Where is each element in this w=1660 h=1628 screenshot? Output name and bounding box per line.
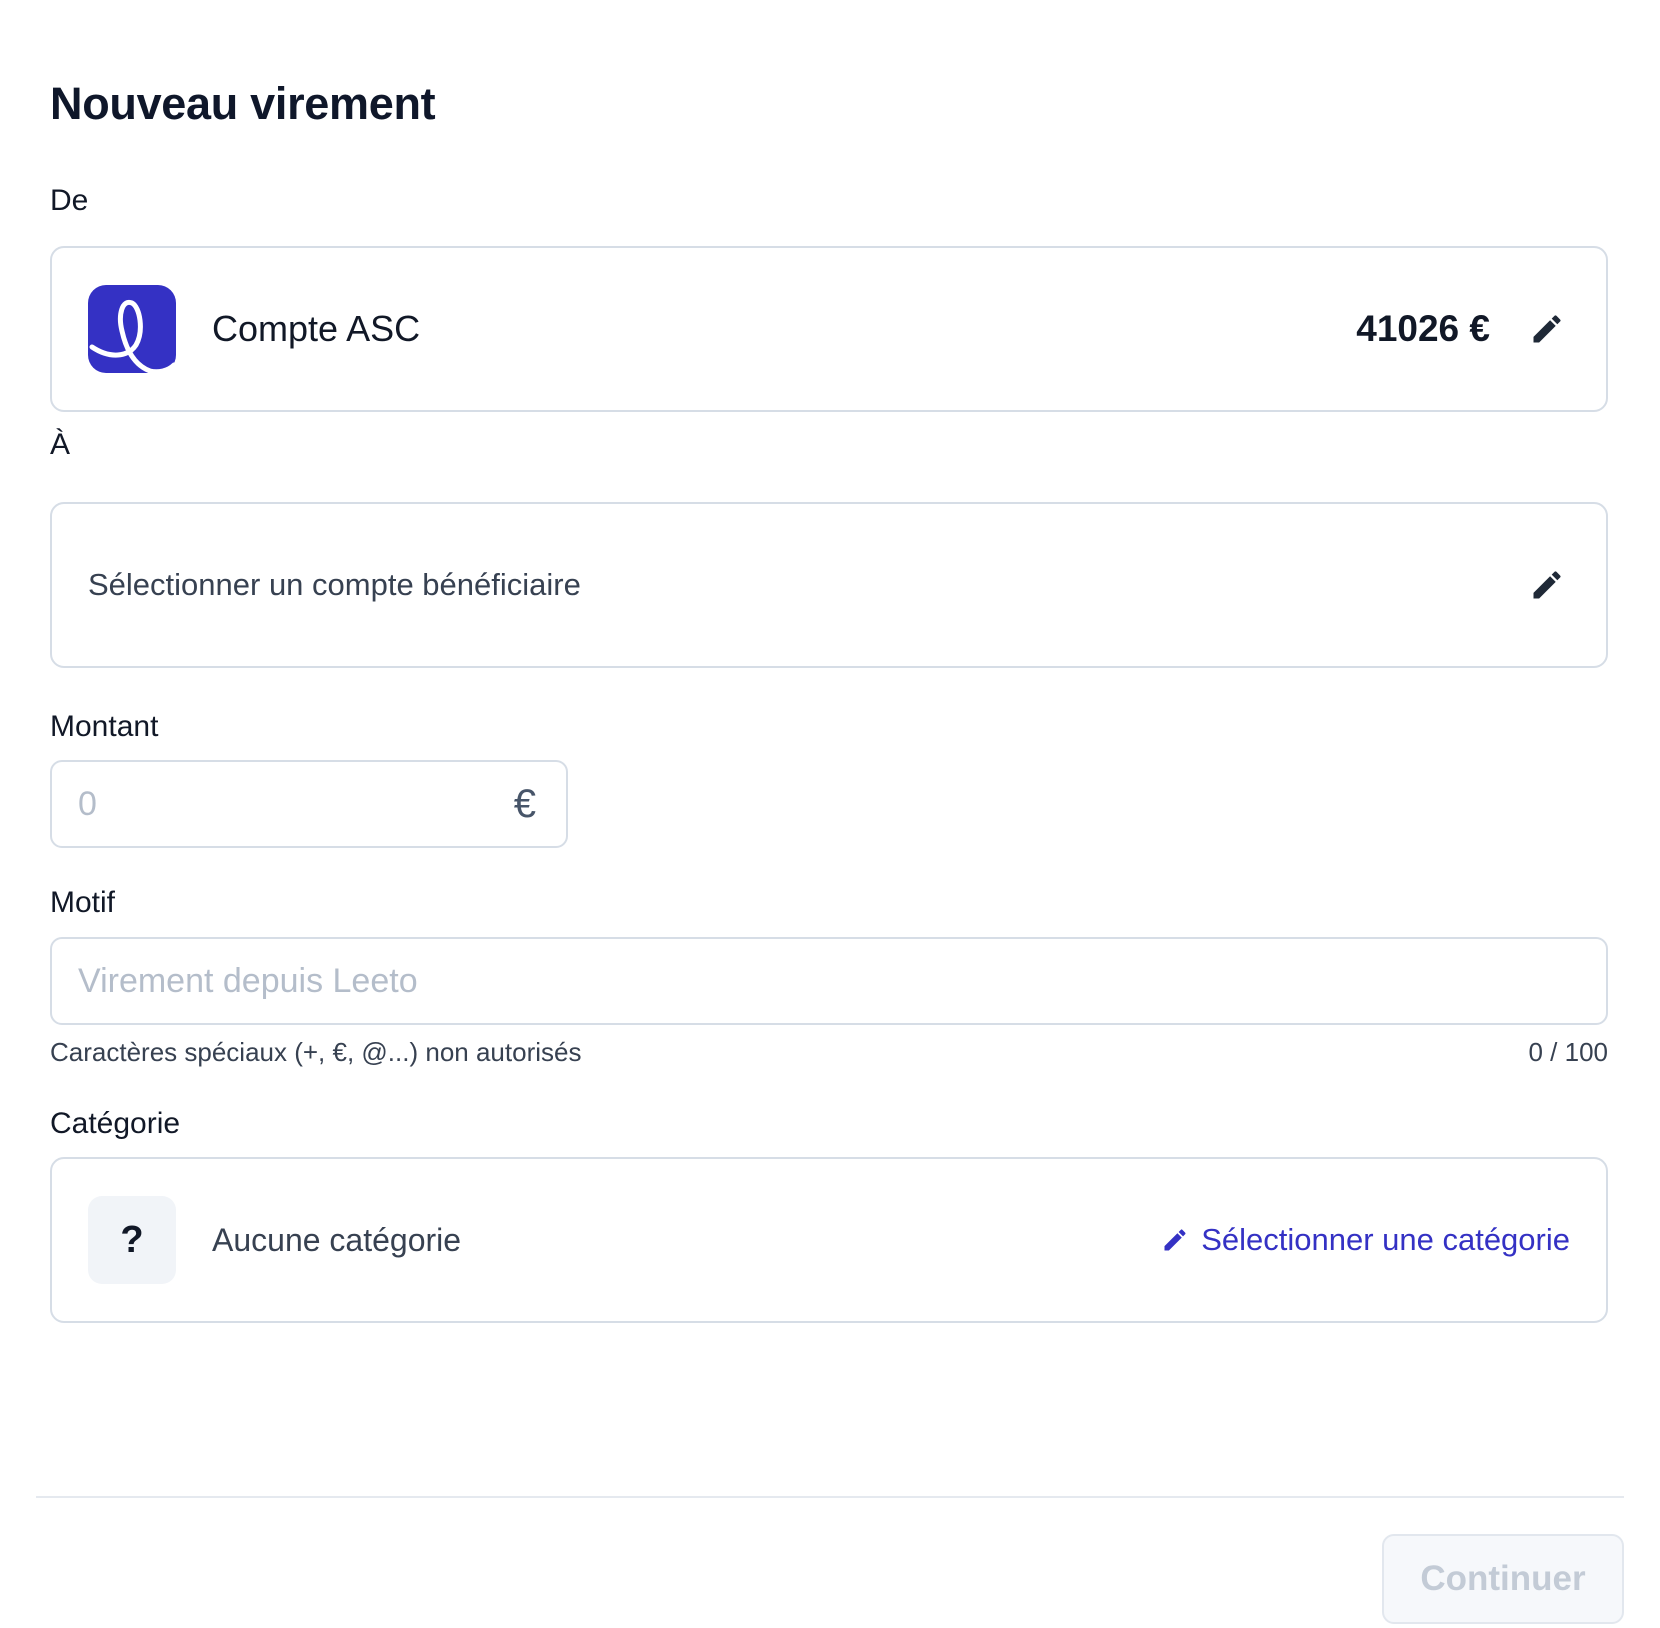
pencil-icon[interactable] — [1526, 308, 1568, 350]
page-title: Nouveau virement — [50, 78, 436, 129]
pencil-icon — [1161, 1226, 1189, 1254]
beneficiary-placeholder: Sélectionner un compte bénéficiaire — [88, 567, 581, 602]
amount-input[interactable] — [78, 784, 478, 824]
account-balance: 41026 € — [1356, 308, 1490, 349]
beneficiary-select-card[interactable]: Sélectionner un compte bénéficiaire — [50, 502, 1608, 668]
select-category-label: Sélectionner une catégorie — [1201, 1222, 1570, 1257]
from-account-card[interactable]: Compte ASC 41026 € — [50, 246, 1608, 412]
category-label: Catégorie — [50, 1107, 181, 1140]
current-category: Aucune catégorie — [212, 1221, 462, 1258]
motif-hint: Caractères spéciaux (+, €, @...) non aut… — [50, 1037, 582, 1067]
motif-label: Motif — [50, 886, 116, 919]
select-category-button[interactable]: Sélectionner une catégorie — [1161, 1222, 1570, 1258]
motif-input[interactable] — [78, 961, 1478, 1001]
amount-field[interactable]: € — [50, 760, 568, 848]
motif-char-counter: 0 / 100 — [1528, 1037, 1608, 1067]
motif-field[interactable] — [50, 937, 1608, 1025]
footer-divider — [36, 1496, 1624, 1498]
question-mark-icon: ? — [88, 1196, 176, 1284]
amount-label: Montant — [50, 710, 159, 743]
continue-button[interactable]: Continuer — [1382, 1534, 1624, 1624]
pencil-icon[interactable] — [1526, 564, 1568, 606]
from-label: De — [50, 184, 89, 217]
leeto-logo-icon — [88, 285, 176, 373]
to-label: À — [50, 428, 71, 461]
euro-icon: € — [513, 781, 536, 826]
category-card: ? Aucune catégorie Sélectionner une caté… — [50, 1157, 1608, 1323]
from-account-name: Compte ASC — [212, 308, 421, 349]
